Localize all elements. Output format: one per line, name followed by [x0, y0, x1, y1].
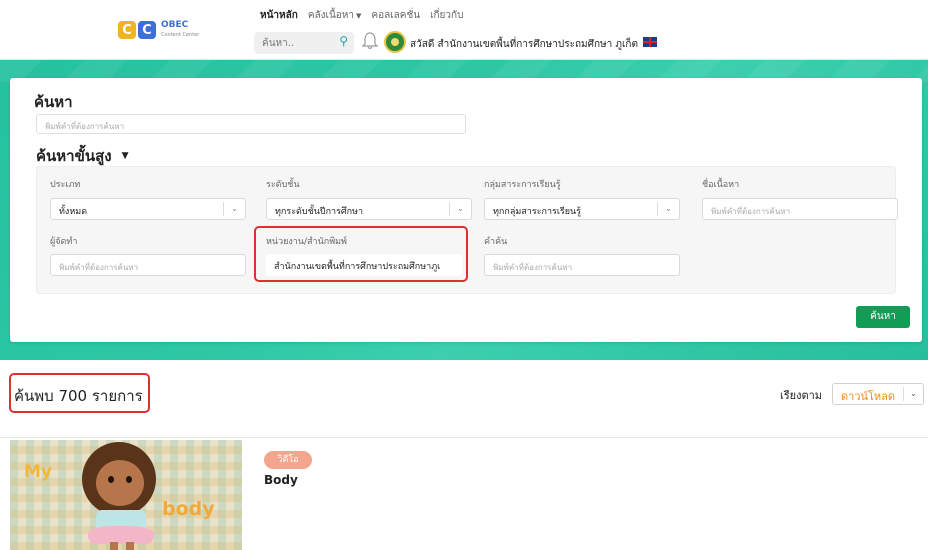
chevron-down-icon: ⌄	[657, 202, 679, 216]
search-title: ค้นหา	[34, 93, 73, 111]
caret-down-icon: ▼	[356, 12, 362, 20]
thumbnail-text-my: My	[24, 462, 52, 482]
advanced-search-title: ค้นหาขั้นสูง	[36, 147, 112, 165]
logo-letter-c2: C	[138, 21, 156, 39]
nav-home[interactable]: หน้าหลัก	[260, 8, 298, 23]
search-card: ค้นหา พิมพ์คำที่ต้องการค้นหา ค้นหาขั้นสู…	[10, 78, 922, 342]
chevron-down-icon: ▼	[121, 151, 129, 161]
girl-illustration-skirt	[88, 526, 154, 544]
sort-select-value: ดาวน์โหลด	[841, 390, 896, 403]
type-label: ประเภท	[50, 180, 81, 190]
user-greeting[interactable]: สวัสดี สำนักงานเขตพื้นที่การศึกษาประถมศึ…	[410, 37, 638, 52]
level-select-value: ทุกระดับชั้นปีการศึกษา	[275, 207, 364, 217]
subject-label: กลุ่มสาระการเรียนรู้	[484, 180, 561, 190]
top-header: C C OBEC Content Center หน้าหลัก คลังเนื…	[0, 0, 928, 60]
type-select-value: ทั้งหมด	[59, 207, 88, 217]
logo-letter-c1: C	[118, 21, 136, 39]
girl-illustration-eye	[126, 476, 132, 483]
header-search-placeholder: ค้นหา..	[262, 38, 295, 49]
advanced-search-toggle[interactable]: ค้นหาขั้นสูง ▼	[36, 144, 129, 168]
sort-label: เรียงตาม	[780, 389, 823, 402]
nav-collections[interactable]: คอลเลคชั่น	[371, 8, 420, 23]
nav-about[interactable]: เกี่ยวกับ	[430, 8, 463, 23]
content-title-input[interactable]: พิมพ์คำที่ต้องการค้นหา	[702, 198, 898, 220]
bell-icon[interactable]	[362, 31, 378, 51]
girl-illustration-leg	[110, 542, 118, 550]
subject-select[interactable]: ทุกกลุ่มสาระการเรียนรู้ ⌄	[484, 198, 680, 220]
keyword-label: คำค้น	[484, 237, 508, 247]
results-divider	[0, 437, 928, 438]
girl-illustration-face	[96, 460, 144, 506]
nav-content-library[interactable]: คลังเนื้อหา ▼	[308, 8, 362, 23]
publisher-highlight	[254, 226, 468, 282]
level-label: ระดับชั้น	[266, 180, 300, 190]
main-nav: หน้าหลัก คลังเนื้อหา ▼ คอลเลคชั่น เกี่ยวก…	[260, 8, 463, 23]
chevron-down-icon: ⌄	[903, 387, 923, 401]
thumbnail-text-body: body	[162, 498, 215, 520]
site-logo[interactable]: C C OBEC Content Center	[118, 20, 199, 40]
chevron-down-icon: ⌄	[223, 202, 245, 216]
search-icon[interactable]: ⚲	[339, 34, 348, 48]
result-thumbnail[interactable]: My body	[10, 440, 242, 550]
sort-select[interactable]: ดาวน์โหลด ⌄	[832, 383, 924, 405]
uk-flag-icon[interactable]	[643, 37, 657, 47]
video-tag-badge: วิดีโอ	[264, 451, 312, 469]
result-count-highlight	[9, 373, 150, 413]
type-select[interactable]: ทั้งหมด ⌄	[50, 198, 246, 220]
logo-text: OBEC Content Center	[161, 20, 200, 38]
chevron-down-icon: ⌄	[449, 202, 471, 216]
logo-subtext: Content Center	[161, 32, 200, 38]
header-search-input[interactable]: ค้นหา.. ⚲	[254, 32, 354, 54]
keyword-search-input[interactable]: พิมพ์คำที่ต้องการค้นหา	[36, 114, 466, 134]
nav-content-library-label: คลังเนื้อหา	[307, 10, 354, 21]
author-input[interactable]: พิมพ์คำที่ต้องการค้นหา	[50, 254, 246, 276]
girl-illustration-eye	[108, 476, 114, 483]
subject-select-value: ทุกกลุ่มสาระการเรียนรู้	[493, 207, 582, 217]
result-item-title[interactable]: Body	[264, 473, 298, 487]
search-button[interactable]: ค้นหา	[856, 306, 910, 328]
seal-icon[interactable]	[384, 31, 406, 53]
level-select[interactable]: ทุกระดับชั้นปีการศึกษา ⌄	[266, 198, 472, 220]
keyword-tag-input[interactable]: พิมพ์คำที่ต้องการค้นหา	[484, 254, 680, 276]
title-label: ชื่อเนื้อหา	[702, 180, 740, 190]
girl-illustration-leg	[126, 542, 134, 550]
author-label: ผู้จัดทำ	[50, 237, 78, 247]
